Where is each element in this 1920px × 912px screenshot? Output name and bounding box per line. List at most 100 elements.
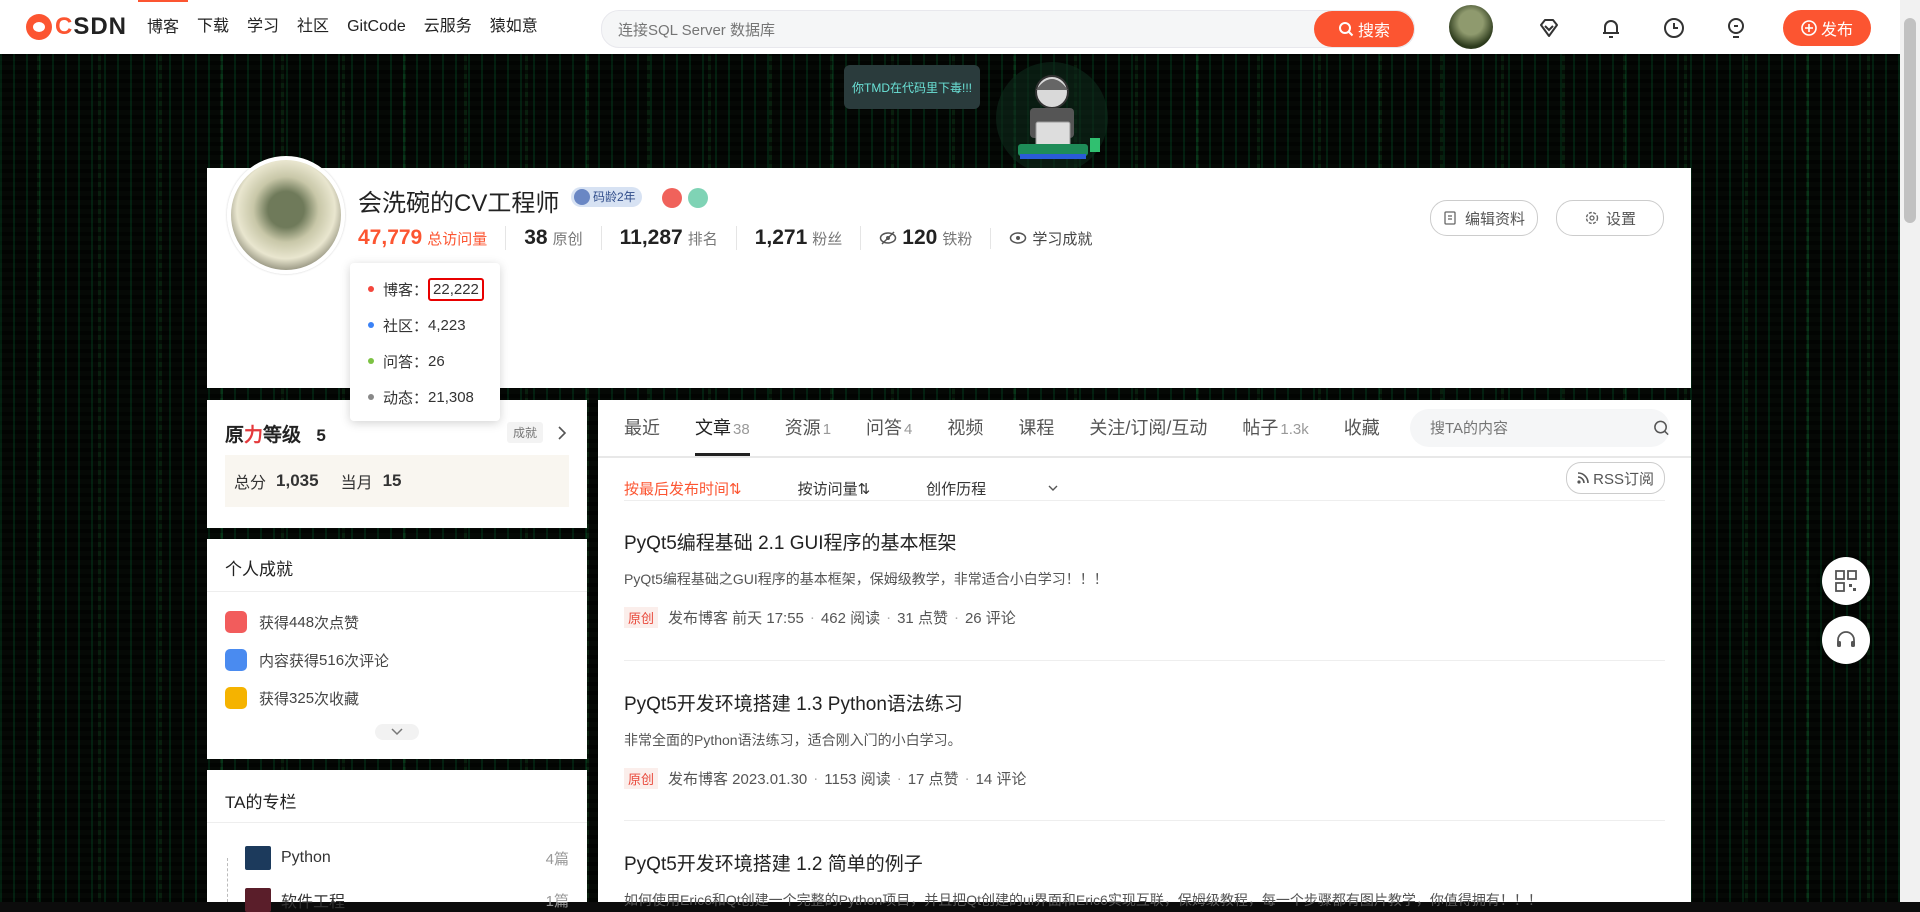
content-search-input[interactable] <box>1428 418 1631 438</box>
achievement-text: 内容获得 <box>259 652 320 670</box>
columns-title: TA的专栏 <box>225 793 297 812</box>
csdn-logo[interactable]: CSDN <box>26 12 127 42</box>
column-item-python[interactable]: Python 4篇 <box>245 846 569 870</box>
month-value: 15 <box>382 471 402 490</box>
article-title[interactable]: PyQt5开发环境搭建 1.2 简单的例子 <box>624 849 1665 876</box>
sort-by-time[interactable]: 按最后发布时间⇅ <box>624 478 742 499</box>
nav-link-community[interactable]: 社区 <box>288 0 338 54</box>
tab-recent[interactable]: 最近 <box>624 400 660 456</box>
article-desc: PyQt5编程基础之GUI程序的基本框架，保姆级教学，非常适合小白学习！！！ <box>624 571 1108 587</box>
search-icon <box>1338 22 1354 37</box>
vip-icon[interactable] <box>1536 15 1562 41</box>
column-thumb-icon <box>245 846 271 870</box>
visit-value: 26 <box>428 352 445 370</box>
scrollbar-thumb[interactable] <box>1904 18 1916 223</box>
nav-link-blog[interactable]: 博客 <box>138 0 189 54</box>
visit-row-dynamic: 动态： 21,308 <box>368 386 474 408</box>
tab-courses[interactable]: 课程 <box>1018 400 1054 456</box>
article-item[interactable]: PyQt5编程基础 2.1 GUI程序的基本框架 PyQt5编程基础之GUI程序… <box>624 528 1665 628</box>
visit-label: 动态： <box>383 389 429 407</box>
publish-button[interactable]: 发布 <box>1783 10 1871 46</box>
edit-icon <box>1444 211 1456 225</box>
search-icon[interactable] <box>1653 419 1670 437</box>
chevron-right-icon <box>558 425 567 440</box>
tab-label: 关注/订阅/互动 <box>1089 418 1208 438</box>
column-name: Python <box>281 849 331 866</box>
divider <box>624 660 1665 661</box>
article-item[interactable]: PyQt5开发环境搭建 1.3 Python语法练习 非常全面的Python语法… <box>624 689 1665 789</box>
total-value: 1,035 <box>276 471 319 490</box>
article-date: 发布博客 2023.01.30 <box>668 771 808 788</box>
month-label: 当月 <box>340 475 373 492</box>
stat-fans[interactable]: 1,271 粉丝 <box>735 226 861 250</box>
dot-qa <box>368 358 374 364</box>
creation-history-dropdown[interactable]: 创作历程 <box>926 478 1058 499</box>
nav-link-gitcode[interactable]: GitCode <box>338 0 415 54</box>
sort-by-visits[interactable]: 按访问量⇅ <box>798 478 871 499</box>
stat-total-visits[interactable]: 47,779 总访问量 <box>358 226 505 250</box>
tab-videos[interactable]: 视频 <box>947 400 983 456</box>
article-date: 发布博客 前天 17:55 <box>668 610 804 627</box>
tab-count: 1.3k <box>1280 421 1309 438</box>
customer-service-button[interactable] <box>1822 616 1870 664</box>
achievement-likes: 获得 448 次点赞 <box>225 611 359 633</box>
learning-achievement-link[interactable]: 学习成就 <box>990 227 1110 249</box>
visit-row-community: 社区： 4,223 <box>368 314 466 336</box>
article-reads: 1153 阅读 <box>824 771 891 788</box>
expand-button[interactable] <box>375 724 419 740</box>
nav-link-cloud[interactable]: 云服务 <box>415 0 481 54</box>
achievement-link[interactable]: 成就 <box>507 422 567 443</box>
nav-link-learn[interactable]: 学习 <box>238 0 288 54</box>
tab-follow[interactable]: 关注/订阅/互动 <box>1089 400 1207 456</box>
tab-articles[interactable]: 文章 38 <box>695 400 750 456</box>
tab-label: 文章 <box>695 418 731 438</box>
stat-rank[interactable]: 11,287 排名 <box>600 226 736 250</box>
search-input[interactable] <box>616 18 1300 42</box>
visit-value: 4,223 <box>428 316 466 334</box>
tab-qa[interactable]: 问答 4 <box>866 400 912 456</box>
nav-link-yuanruyi[interactable]: 猿如意 <box>481 0 547 54</box>
article-title[interactable]: PyQt5开发环境搭建 1.3 Python语法练习 <box>624 689 1665 716</box>
logo-icon <box>26 14 52 40</box>
profile-avatar[interactable] <box>227 156 345 274</box>
user-avatar[interactable] <box>1449 5 1493 49</box>
stat-original[interactable]: 38 原创 <box>505 226 600 250</box>
level-title-c: 等级 <box>263 425 302 446</box>
bell-icon[interactable] <box>1598 15 1624 41</box>
tab-favorites[interactable]: 收藏 <box>1344 400 1380 456</box>
visit-row-blog: 博客： 22,222 <box>368 277 484 301</box>
column-count: 1篇 <box>545 892 569 910</box>
tab-label: 视频 <box>947 418 984 438</box>
visit-label: 问答： <box>383 353 429 371</box>
comment-badge-icon <box>225 649 247 671</box>
settings-button[interactable]: 设置 <box>1556 200 1664 236</box>
stat-label: 原创 <box>552 231 583 248</box>
qrcode-button[interactable] <box>1822 557 1870 605</box>
bulb-icon[interactable] <box>1723 15 1749 41</box>
tab-count: 38 <box>733 421 750 438</box>
article-item[interactable]: PyQt5开发环境搭建 1.2 简单的例子 如何使用Eric6和Qt创建一个完整… <box>624 849 1665 910</box>
level-value: 5 <box>316 426 326 445</box>
edit-profile-button[interactable]: 编辑资料 <box>1430 200 1538 236</box>
tab-count: 1 <box>822 421 832 438</box>
achievement-text: 次评论 <box>344 652 390 670</box>
nav-link-download[interactable]: 下载 <box>188 0 238 54</box>
article-title[interactable]: PyQt5编程基础 2.1 GUI程序的基本框架 <box>624 528 1665 555</box>
stat-iron-fans[interactable]: 120 铁粉 <box>860 226 990 250</box>
page-scrollbar[interactable] <box>1900 0 1920 902</box>
achievement-num: 448 <box>289 613 315 631</box>
tab-resources[interactable]: 资源 1 <box>785 400 831 456</box>
history-icon[interactable] <box>1661 15 1687 41</box>
tab-posts[interactable]: 帖子 1.3k <box>1242 400 1308 456</box>
column-item-software[interactable]: 软件工程 1篇 <box>245 888 569 912</box>
divider <box>207 591 587 592</box>
chevron-down-icon <box>391 728 403 736</box>
rss-button[interactable]: RSS订阅 <box>1566 462 1665 494</box>
banner-speech-bubble: 你TMD在代码里下毒!!! <box>844 65 980 109</box>
search-button[interactable]: 搜索 <box>1314 11 1414 47</box>
level-title-a: 原 <box>225 425 245 446</box>
nav-links: 博客 下载 学习 社区 GitCode 云服务 猿如意 <box>138 0 547 54</box>
visit-breakdown-popover: 博客： 22,222 社区： 4,223 问答： 26 动态： 21,308 <box>350 263 500 421</box>
column-thumb-icon <box>245 888 271 912</box>
banner-hacker-image <box>996 62 1108 168</box>
